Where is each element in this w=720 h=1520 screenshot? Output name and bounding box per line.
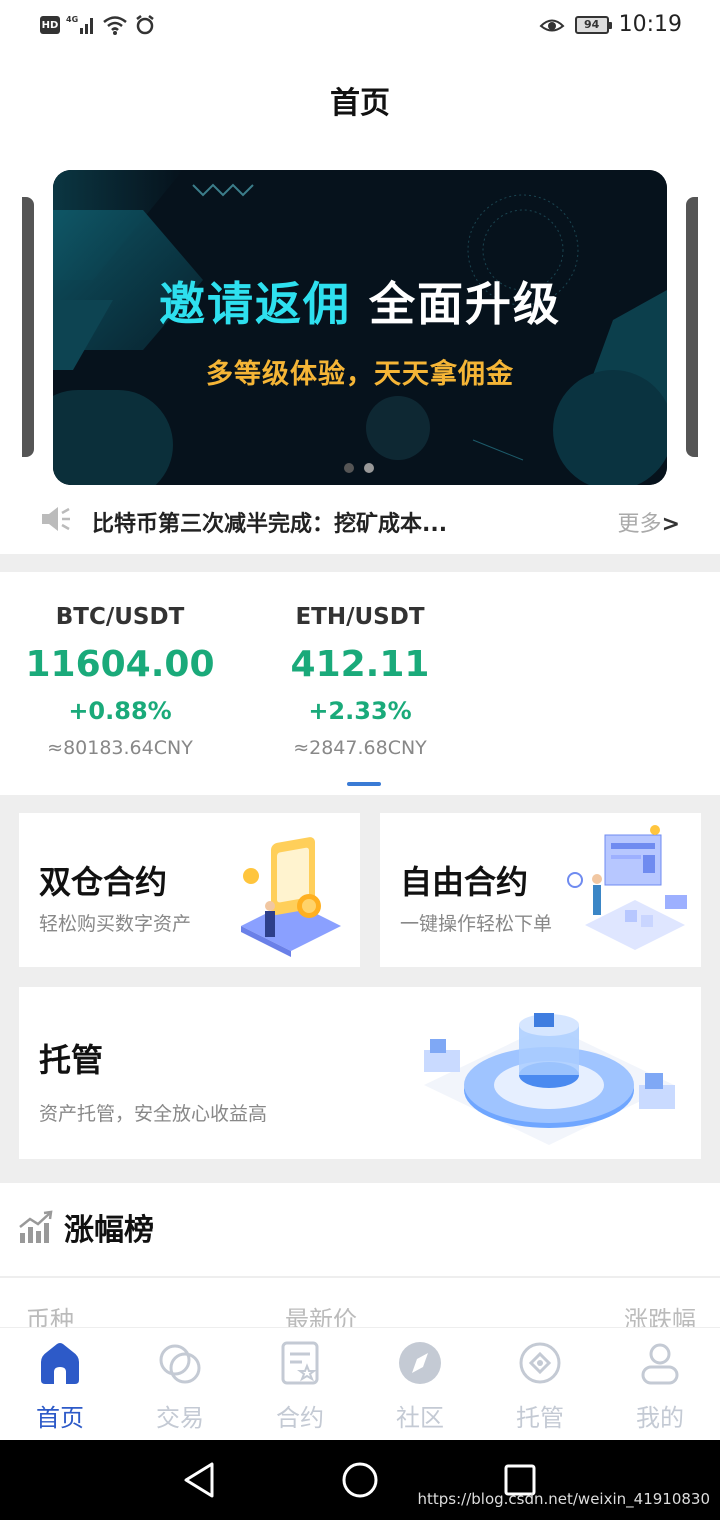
custody-card[interactable]: 托管 资产托管，安全放心收益高 bbox=[19, 987, 701, 1159]
banner-title-highlight: 邀请返佣 bbox=[158, 277, 351, 331]
dashboard-illustration bbox=[567, 825, 687, 950]
price-btc[interactable]: BTC/USDT 11604.00 +0.88% ≈80183.64CNY bbox=[0, 604, 240, 759]
chevron-right-icon: > bbox=[661, 512, 680, 537]
cny-value: ≈80183.64CNY bbox=[47, 737, 193, 759]
card-title: 自由合约 bbox=[400, 863, 529, 901]
last-price: 11604.00 bbox=[25, 644, 215, 685]
eye-comfort-icon bbox=[539, 19, 565, 31]
signal-icon: 4G bbox=[66, 15, 93, 34]
bottom-tab-bar: 首页 交易 合约 社区 托管 我的 bbox=[0, 1327, 720, 1440]
battery-icon: 94 bbox=[574, 15, 612, 34]
back-icon[interactable] bbox=[180, 1460, 220, 1500]
section-divider bbox=[0, 554, 720, 572]
profile-icon bbox=[641, 1343, 679, 1385]
tab-label: 合约 bbox=[276, 1404, 324, 1432]
clock: 10:19 bbox=[618, 12, 682, 37]
system-navigation-bar: https://blog.csdn.net/weixin_41910830 bbox=[0, 1440, 720, 1520]
ticker-headline[interactable]: 比特币第三次减半完成：挖矿成本... bbox=[92, 506, 447, 538]
price-change: +0.88% bbox=[68, 697, 172, 725]
card-subtitle: 轻松购买数字资产 bbox=[39, 913, 192, 935]
price-change: +2.33% bbox=[308, 697, 412, 725]
card-title: 双仓合约 bbox=[39, 863, 168, 901]
tab-label: 社区 bbox=[396, 1404, 444, 1432]
home-circle-icon[interactable] bbox=[340, 1460, 380, 1500]
carousel-dot-2[interactable] bbox=[364, 463, 374, 473]
ticker-more-link[interactable]: 更多> bbox=[618, 506, 680, 538]
tab-label: 我的 bbox=[636, 1404, 684, 1432]
ranking-title: 涨幅榜 bbox=[64, 1213, 154, 1248]
pair-name: ETH/USDT bbox=[295, 604, 425, 630]
price-page-indicator bbox=[347, 782, 381, 786]
card-subtitle: 一键操作轻松下单 bbox=[400, 913, 553, 935]
banner-title-rest: 全面升级 bbox=[350, 277, 561, 331]
watermark-text: https://blog.csdn.net/weixin_41910830 bbox=[417, 1490, 710, 1508]
last-price: 412.11 bbox=[290, 644, 430, 685]
price-eth[interactable]: ETH/USDT 412.11 +2.33% ≈2847.68CNY bbox=[240, 604, 480, 759]
tab-label: 交易 bbox=[156, 1404, 204, 1432]
home-icon bbox=[41, 1343, 79, 1384]
tab-label: 首页 bbox=[36, 1404, 84, 1432]
svg-text:4G: 4G bbox=[66, 15, 78, 24]
tab-trade[interactable]: 交易 bbox=[120, 1328, 240, 1441]
compass-icon bbox=[399, 1342, 441, 1384]
ranking-divider bbox=[0, 1276, 720, 1278]
contract-icon bbox=[281, 1341, 319, 1385]
custody-icon bbox=[519, 1342, 561, 1384]
news-ticker[interactable]: 比特币第三次减半完成：挖矿成本... 更多> bbox=[0, 500, 720, 540]
carousel-dot-1[interactable] bbox=[344, 463, 354, 473]
tab-profile[interactable]: 我的 bbox=[600, 1328, 720, 1441]
trade-icon bbox=[159, 1344, 201, 1384]
ticker-more-label: 更多 bbox=[617, 512, 662, 537]
cny-value: ≈2847.68CNY bbox=[293, 737, 427, 759]
banner-subtitle: 多等级体验，天天拿佣金 bbox=[206, 359, 514, 390]
ranking-header: 涨幅榜 bbox=[18, 1205, 154, 1249]
tab-community[interactable]: 社区 bbox=[360, 1328, 480, 1441]
alarm-icon bbox=[136, 15, 154, 35]
card-title: 托管 bbox=[39, 1041, 104, 1079]
trending-up-icon bbox=[19, 1210, 53, 1243]
page-title: 首页 bbox=[330, 86, 390, 121]
tab-custody[interactable]: 托管 bbox=[480, 1328, 600, 1441]
pair-name: BTC/USDT bbox=[55, 604, 185, 630]
banner-title: 邀请返佣 全面升级 bbox=[0, 268, 720, 334]
tab-home[interactable]: 首页 bbox=[0, 1328, 120, 1441]
ranking-column-headers: 币种 最新价 涨跌幅 bbox=[0, 1300, 720, 1334]
tab-contract[interactable]: 合约 bbox=[240, 1328, 360, 1441]
status-bar: HD 4G 94 10:19 bbox=[0, 0, 720, 56]
speaker-icon bbox=[42, 507, 70, 531]
tab-label: 托管 bbox=[516, 1404, 564, 1432]
wifi-icon bbox=[103, 16, 127, 35]
dual-contract-card[interactable]: 双仓合约 轻松购买数字资产 bbox=[19, 813, 360, 967]
card-subtitle: 资产托管，安全放心收益高 bbox=[39, 1103, 268, 1125]
free-contract-card[interactable]: 自由合约 一键操作轻松下单 bbox=[380, 813, 701, 967]
phone-coins-illustration bbox=[241, 837, 341, 957]
custody-platform-illustration bbox=[424, 1013, 675, 1145]
hd-icon: HD bbox=[40, 16, 60, 34]
